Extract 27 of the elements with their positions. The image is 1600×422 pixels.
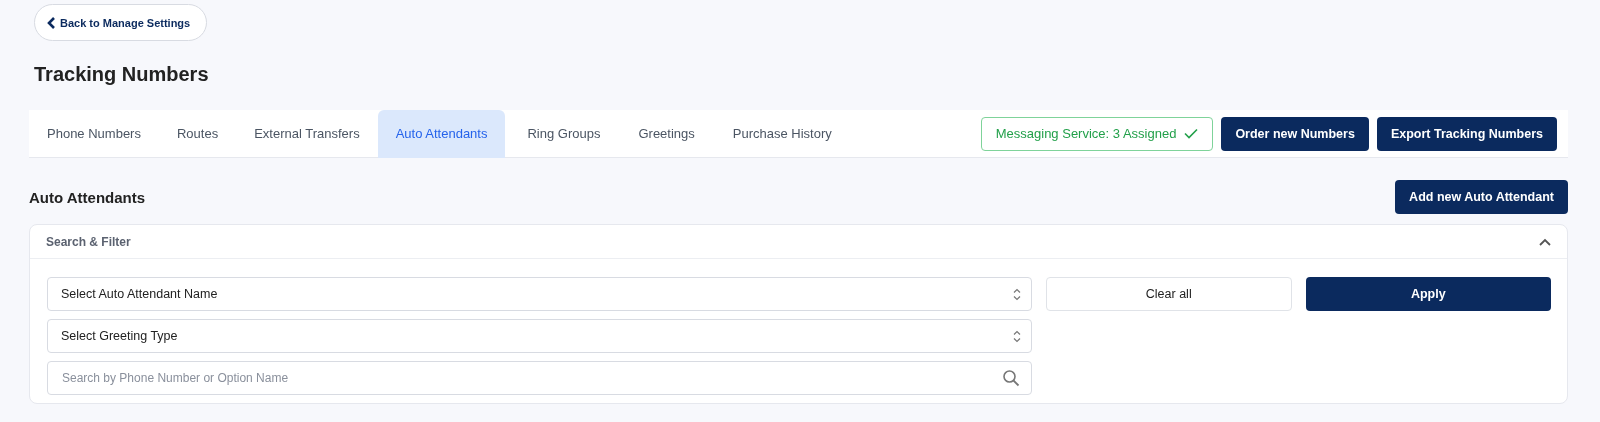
check-icon	[1184, 128, 1199, 139]
apply-button[interactable]: Apply	[1305, 277, 1551, 311]
tab[interactable]: Greetings	[620, 109, 713, 158]
order-button[interactable]: Order new Numbers	[1221, 116, 1369, 151]
section-title: Auto Attendants	[29, 188, 146, 206]
tab[interactable]: Auto Attendants	[377, 109, 506, 158]
add-button[interactable]: Add new Auto Attendant	[1395, 180, 1568, 214]
status-text: Messaging Service: 3 Assigned	[995, 126, 1177, 141]
select-field[interactable]: Select Auto Attendant Name	[47, 277, 1032, 311]
filter-title: Search & Filter	[46, 234, 131, 249]
search-field[interactable]: Search by Phone Number or Option Name	[47, 361, 1032, 395]
filter-header[interactable]: Search & Filter	[30, 225, 1567, 259]
chevron-icon[interactable]	[1539, 237, 1551, 246]
tab[interactable]: External Transfers	[236, 109, 378, 158]
sort-arrows-icon	[1013, 329, 1021, 343]
sort-arrows-icon	[1013, 287, 1021, 301]
tab[interactable]: Ring Groups	[509, 109, 619, 158]
page-title: Tracking Numbers	[34, 63, 210, 86]
clear-all-button[interactable]: Clear all	[1046, 277, 1292, 311]
export-button[interactable]: Export Tracking Numbers	[1376, 116, 1557, 151]
back-button[interactable]: Back to Manage Settings	[34, 4, 208, 41]
tab[interactable]: Purchase History	[714, 109, 850, 158]
tab[interactable]: Routes	[158, 109, 237, 158]
chevron-left-icon	[47, 16, 56, 29]
search-icon	[1002, 369, 1020, 387]
tab[interactable]: Phone Numbers	[29, 109, 159, 158]
select-field[interactable]: Select Greeting Type	[47, 319, 1032, 353]
